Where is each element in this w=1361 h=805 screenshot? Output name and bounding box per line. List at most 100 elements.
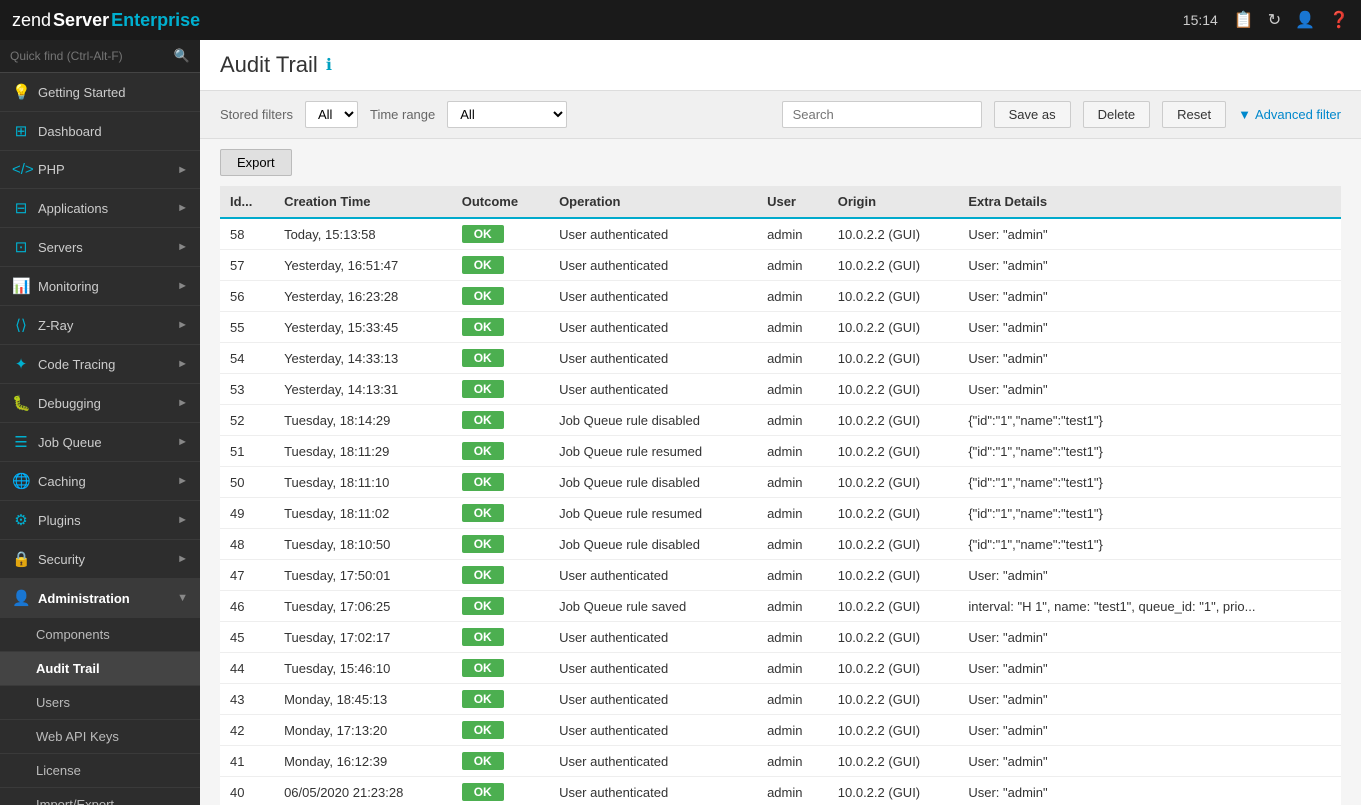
table-row[interactable]: 54 Yesterday, 14:33:13 OK User authentic… [220,343,1341,374]
sidebar-subitem-audit-trail[interactable]: Audit Trail [0,652,200,686]
table-row[interactable]: 47 Tuesday, 17:50:01 OK User authenticat… [220,560,1341,591]
sidebar-subitem-components[interactable]: Components [0,618,200,652]
cell-extra-details: User: "admin" [958,684,1341,715]
cell-operation: User authenticated [549,560,757,591]
cell-extra-details: User: "admin" [958,374,1341,405]
job-queue-icon: ☰ [12,433,30,451]
cell-id: 51 [220,436,274,467]
sidebar-subitem-web-api-keys[interactable]: Web API Keys [0,720,200,754]
cell-extra-details: {"id":"1","name":"test1"} [958,498,1341,529]
user-icon[interactable]: 👤 [1295,10,1315,30]
sidebar-item-monitoring[interactable]: 📊 Monitoring ► [0,267,200,306]
col-extra-details[interactable]: Extra Details [958,186,1341,218]
sidebar-item-dashboard[interactable]: ⊞ Dashboard [0,112,200,151]
table-row[interactable]: 43 Monday, 18:45:13 OK User authenticate… [220,684,1341,715]
cell-extra-details: User: "admin" [958,746,1341,777]
col-id[interactable]: Id... [220,186,274,218]
cell-creation-time: Yesterday, 14:13:31 [274,374,452,405]
table-row[interactable]: 53 Yesterday, 14:13:31 OK User authentic… [220,374,1341,405]
cell-extra-details: User: "admin" [958,715,1341,746]
cell-origin: 10.0.2.2 (GUI) [828,343,959,374]
sidebar-item-z-ray[interactable]: ⟨⟩ Z-Ray ► [0,306,200,345]
sidebar-item-plugins[interactable]: ⚙ Plugins ► [0,501,200,540]
table-row[interactable]: 56 Yesterday, 16:23:28 OK User authentic… [220,281,1341,312]
table-row[interactable]: 52 Tuesday, 18:14:29 OK Job Queue rule d… [220,405,1341,436]
sidebar-subitem-label: License [36,763,81,778]
sidebar-item-security[interactable]: 🔒 Security ► [0,540,200,579]
table-row[interactable]: 58 Today, 15:13:58 OK User authenticated… [220,218,1341,250]
filter-bar: Stored filters All Time range All Save a… [200,91,1361,139]
sidebar-item-label: Job Queue [38,435,169,450]
chevron-right-icon: ► [177,241,188,253]
table-row[interactable]: 42 Monday, 17:13:20 OK User authenticate… [220,715,1341,746]
reset-button[interactable]: Reset [1162,101,1226,128]
time-range-select[interactable]: All [447,101,567,128]
cell-outcome: OK [452,281,549,312]
sidebar-item-caching[interactable]: 🌐 Caching ► [0,462,200,501]
cell-outcome: OK [452,374,549,405]
cell-extra-details: User: "admin" [958,250,1341,281]
sidebar-item-php[interactable]: </> PHP ► [0,151,200,189]
sidebar-item-label: Plugins [38,513,169,528]
table-row[interactable]: 57 Yesterday, 16:51:47 OK User authentic… [220,250,1341,281]
col-creation-time[interactable]: Creation Time [274,186,452,218]
col-origin[interactable]: Origin [828,186,959,218]
info-icon[interactable]: ℹ [326,55,332,75]
chevron-down-icon: ▼ [177,592,188,604]
chevron-right-icon: ► [177,397,188,409]
page-title: Audit Trail [220,52,318,78]
table-row[interactable]: 55 Yesterday, 15:33:45 OK User authentic… [220,312,1341,343]
sidebar-item-applications[interactable]: ⊟ Applications ► [0,189,200,228]
refresh-icon[interactable]: ↻ [1268,10,1281,30]
table-row[interactable]: 50 Tuesday, 18:11:10 OK Job Queue rule d… [220,467,1341,498]
cell-id: 53 [220,374,274,405]
cell-operation: User authenticated [549,343,757,374]
cell-id: 57 [220,250,274,281]
export-button[interactable]: Export [220,149,292,176]
col-outcome[interactable]: Outcome [452,186,549,218]
cell-outcome: OK [452,591,549,622]
sidebar-item-label: Code Tracing [38,357,169,372]
sidebar-item-debugging[interactable]: 🐛 Debugging ► [0,384,200,423]
cell-creation-time: Tuesday, 17:06:25 [274,591,452,622]
search-input[interactable] [782,101,982,128]
sidebar-item-servers[interactable]: ⊡ Servers ► [0,228,200,267]
cell-outcome: OK [452,436,549,467]
col-operation[interactable]: Operation [549,186,757,218]
search-input[interactable] [10,49,174,63]
cell-creation-time: Tuesday, 18:11:02 [274,498,452,529]
col-user[interactable]: User [757,186,828,218]
cell-outcome: OK [452,746,549,777]
table-row[interactable]: 49 Tuesday, 18:11:02 OK Job Queue rule r… [220,498,1341,529]
sidebar-subitem-license[interactable]: License [0,754,200,788]
clipboard-icon[interactable]: 📋 [1234,10,1254,30]
sidebar-item-administration[interactable]: 👤 Administration ▼ [0,579,200,618]
search-icon: 🔍 [174,48,190,64]
cell-outcome: OK [452,312,549,343]
chevron-right-icon: ► [177,358,188,370]
chevron-right-icon: ► [177,280,188,292]
table-row[interactable]: 46 Tuesday, 17:06:25 OK Job Queue rule s… [220,591,1341,622]
sidebar-item-code-tracing[interactable]: ✦ Code Tracing ► [0,345,200,384]
sidebar-subitem-import-export[interactable]: Import/Export [0,788,200,805]
table-row[interactable]: 45 Tuesday, 17:02:17 OK User authenticat… [220,622,1341,653]
sidebar-item-job-queue[interactable]: ☰ Job Queue ► [0,423,200,462]
table-row[interactable]: 48 Tuesday, 18:10:50 OK Job Queue rule d… [220,529,1341,560]
table-row[interactable]: 51 Tuesday, 18:11:29 OK Job Queue rule r… [220,436,1341,467]
table-row[interactable]: 40 06/05/2020 21:23:28 OK User authentic… [220,777,1341,805]
sidebar-subitem-users[interactable]: Users [0,686,200,720]
cell-creation-time: Yesterday, 16:51:47 [274,250,452,281]
cell-creation-time: Monday, 17:13:20 [274,715,452,746]
cell-user: admin [757,343,828,374]
save-as-button[interactable]: Save as [994,101,1071,128]
table-row[interactable]: 41 Monday, 16:12:39 OK User authenticate… [220,746,1341,777]
stored-filters-select[interactable]: All [305,101,358,128]
logo-enterprise: Enterprise [111,10,200,31]
sidebar-item-label: Administration [38,591,169,606]
cell-extra-details: User: "admin" [958,281,1341,312]
delete-button[interactable]: Delete [1083,101,1151,128]
sidebar-item-getting-started[interactable]: 💡 Getting Started [0,73,200,112]
advanced-filter-button[interactable]: ▼ Advanced filter [1238,107,1341,122]
help-icon[interactable]: ❓ [1329,10,1349,30]
table-row[interactable]: 44 Tuesday, 15:46:10 OK User authenticat… [220,653,1341,684]
